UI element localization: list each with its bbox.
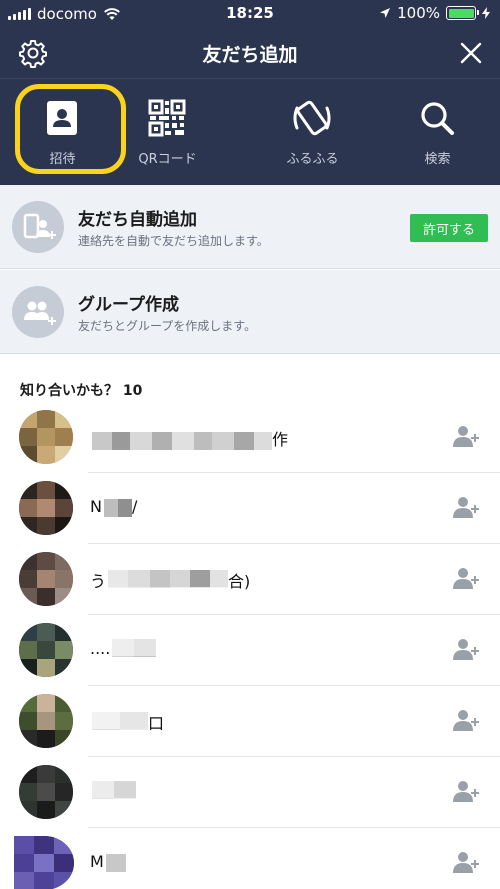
close-icon[interactable] [456,38,486,68]
friend-name-suffix: 口 [148,714,165,733]
group-create-subtitle: 友だちとグループを作成します。 [78,319,257,333]
blurred-name [108,569,229,588]
title-bar: 友だち追加 [0,28,500,78]
tool-search-label: 検索 [424,152,451,167]
blurred-name [92,711,148,730]
avatar [19,410,73,464]
auto-add-row[interactable]: 友だち自動追加 連絡先を自動で友だち追加します。 許可する [0,185,500,269]
invite-highlight-circle [15,84,126,174]
add-friend-icon[interactable] [452,424,480,448]
avatar [19,481,73,535]
avatar [19,694,73,748]
blurred-name [103,498,132,517]
friend-name-prefix: .... [90,639,111,658]
search-icon [421,102,454,135]
location-arrow-icon [380,8,391,18]
qr-code-icon [148,99,186,137]
friend-name-suffix: / [131,497,138,516]
add-friend-icon[interactable] [452,495,480,519]
friend-row[interactable]: 口 [0,686,500,757]
page-title: 友だち追加 [202,44,298,66]
group-create-title: グループ作成 [78,295,179,315]
avatar [19,552,73,606]
add-friend-icon[interactable] [452,779,480,803]
status-bar: docomo 18:25 100% [0,0,500,28]
friend-name-prefix: う [90,572,107,591]
auto-add-title: 友だち自動追加 [78,210,197,230]
friend-name-suffix: 合) [228,572,251,591]
battery-icon [446,6,479,20]
header: docomo 18:25 100% 友だち追加 招待 QRコード ふるふる 検索 [0,0,500,185]
header-divider [0,78,500,79]
friend-row[interactable]: 作 [0,402,500,473]
friend-row[interactable] [0,757,500,828]
add-friend-icon[interactable] [452,637,480,661]
allow-button[interactable]: 許可する [410,214,488,242]
blurred-name [92,780,136,799]
auto-add-subtitle: 連絡先を自動で友だち追加します。 [78,234,269,248]
auto-add-icon [12,201,64,253]
avatar [19,623,73,677]
friend-row[interactable]: う 合) [0,544,500,615]
shake-phone-icon [293,100,331,136]
add-friend-icon[interactable] [452,850,480,874]
friend-name-suffix: 作 [272,430,289,449]
friend-name-prefix: M [90,852,104,871]
charging-icon [482,7,490,19]
friend-name-prefix: N [90,497,102,516]
battery-percent: 100% [397,4,440,22]
avatar [19,765,73,819]
group-create-row[interactable]: グループ作成 友だちとグループを作成します。 [0,270,500,354]
tool-shake-label: ふるふる [286,152,339,167]
friend-row[interactable]: M [0,828,500,889]
group-icon [12,286,64,338]
blurred-name [105,853,126,872]
friend-row[interactable]: .... [0,615,500,686]
tool-shake[interactable]: ふるふる [250,80,375,184]
avatar [14,836,74,889]
suggestions-title: 知り合いかも？ 10 [20,383,143,399]
blurred-name [112,638,157,657]
tool-search[interactable]: 検索 [375,80,500,184]
add-friend-icon[interactable] [452,566,480,590]
friend-row[interactable]: N / [0,473,500,544]
add-friend-icon[interactable] [452,708,480,732]
blurred-name [92,431,272,450]
